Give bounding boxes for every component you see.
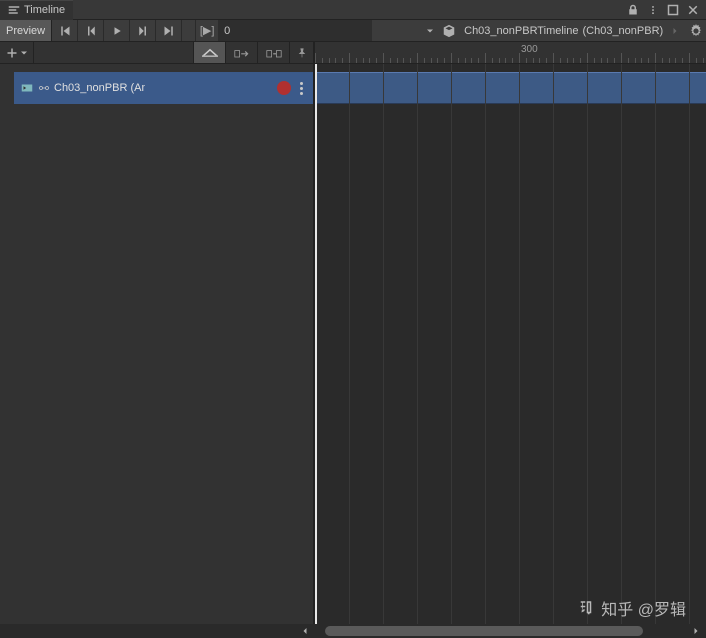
- horizontal-scrollbar: [0, 624, 706, 638]
- track-header[interactable]: Ch03_nonPBR (Animatc: [0, 72, 313, 104]
- timeline-icon: [8, 4, 20, 16]
- asset-timeline-name: Ch03_nonPBRTimeline: [464, 25, 578, 37]
- play-button[interactable]: [104, 20, 130, 41]
- playhead[interactable]: [315, 64, 317, 624]
- cube-icon: [442, 24, 456, 38]
- time-ruler[interactable]: 300: [315, 42, 706, 63]
- kebab-icon[interactable]: [646, 3, 660, 17]
- prev-frame-button[interactable]: [78, 20, 104, 41]
- lock-icon[interactable]: [626, 3, 640, 17]
- scroll-right-button[interactable]: [690, 625, 702, 637]
- binding-icon: [38, 82, 50, 94]
- replace-mode-button[interactable]: [257, 42, 289, 63]
- settings-gear-button[interactable]: [686, 20, 706, 41]
- titlebar: Timeline: [0, 0, 706, 20]
- track-list-panel: Ch03_nonPBR (Animatc: [0, 64, 313, 624]
- ripple-mode-button[interactable]: [225, 42, 257, 63]
- mix-mode-button[interactable]: [193, 42, 225, 63]
- scrollbar-thumb[interactable]: [325, 626, 643, 636]
- scroll-left-button[interactable]: [299, 625, 311, 637]
- preview-button[interactable]: Preview: [0, 20, 52, 41]
- asset-binding-name: (Ch03_nonPBR): [582, 25, 663, 37]
- ruler-label: 300: [521, 44, 538, 55]
- animation-track-icon: [20, 81, 34, 95]
- play-range-button[interactable]: [▶]: [196, 20, 218, 41]
- transport-controls: [52, 20, 182, 41]
- toolbar: Preview [▶] Ch03_nonPBRTimeline (Ch03_no…: [0, 20, 706, 42]
- skip-end-button[interactable]: [156, 20, 182, 41]
- track-clip-lane[interactable]: [315, 72, 706, 104]
- skip-start-button[interactable]: [52, 20, 78, 41]
- chevron-right-icon: [671, 26, 679, 36]
- next-frame-button[interactable]: [130, 20, 156, 41]
- close-icon[interactable]: [686, 3, 700, 17]
- main-area: Ch03_nonPBR (Animatc: [0, 64, 706, 624]
- add-track-button[interactable]: [0, 42, 34, 63]
- window-controls: [626, 3, 706, 17]
- scrollbar-track[interactable]: [325, 624, 678, 638]
- frame-input[interactable]: [218, 20, 372, 41]
- tab-label: Timeline: [24, 4, 65, 16]
- record-button[interactable]: [277, 81, 291, 95]
- clip-area[interactable]: [315, 64, 706, 624]
- track-menu-button[interactable]: [295, 82, 307, 95]
- track-controls-row: 300: [0, 42, 706, 64]
- tab-timeline[interactable]: Timeline: [0, 0, 73, 20]
- track-binding-label: Ch03_nonPBR (Animatc: [54, 82, 145, 94]
- maximize-icon[interactable]: [666, 3, 680, 17]
- asset-breadcrumb[interactable]: Ch03_nonPBRTimeline (Ch03_nonPBR): [438, 20, 686, 41]
- pin-button[interactable]: [289, 42, 313, 63]
- frame-dropdown[interactable]: [422, 20, 438, 41]
